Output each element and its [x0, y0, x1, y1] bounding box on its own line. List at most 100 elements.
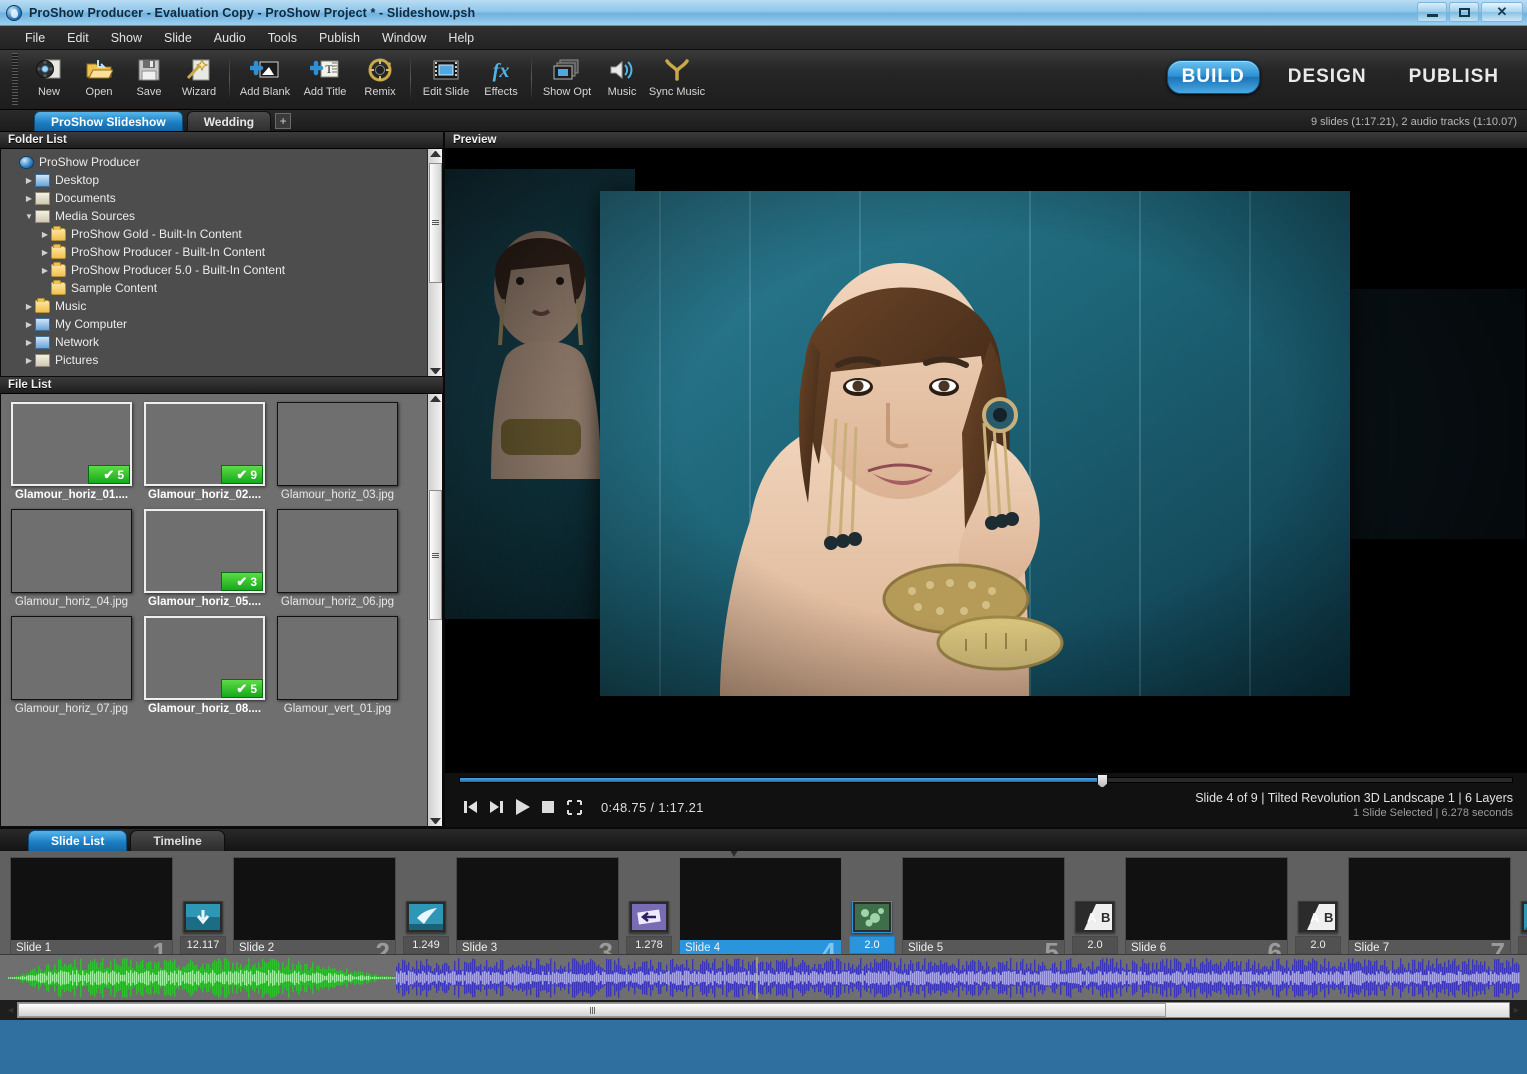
slide-item[interactable]: Slide 6Full Length Portrait 1 Center...6… [1125, 857, 1288, 954]
mode-design-button[interactable]: DESIGN [1274, 61, 1381, 93]
transition-duration[interactable]: 2.0 [849, 936, 895, 954]
menu-file[interactable]: File [14, 28, 56, 48]
slide-thumbnail[interactable] [457, 858, 618, 940]
play-button[interactable] [511, 796, 533, 818]
transition-item[interactable]: 1.249 [396, 857, 456, 954]
menu-show[interactable]: Show [100, 28, 153, 48]
transition-duration[interactable]: 2.0 [1072, 936, 1118, 954]
toolbar-sync-music-button[interactable]: Sync Music [647, 50, 707, 98]
tab-timeline[interactable]: Timeline [130, 830, 225, 851]
toolbar-add-title-button[interactable]: T Add Title [295, 50, 355, 98]
file-thumbnail[interactable] [11, 509, 132, 593]
mode-build-button[interactable]: BUILD [1166, 60, 1260, 94]
folder-tree-item[interactable]: ▶ ProShow Producer 5.0 - Built-In Content [7, 261, 427, 279]
file-list-item[interactable]: Glamour_horiz_04.jpg [11, 509, 132, 608]
slide-item[interactable]: Slide 5Contact Sheet Landscape Li...53.0 [902, 857, 1065, 954]
transition-item[interactable]: A B 2.0 [1065, 857, 1125, 954]
transition-item[interactable]: 2.0 [842, 857, 902, 954]
transition-duration[interactable]: 1.249 [403, 936, 449, 954]
slide-item[interactable]: Slide 3Contact Sheet Portrait Rev...38.2… [456, 857, 619, 954]
folder-tree-item[interactable]: ▶ ProShow Producer - Built-In Content [7, 243, 427, 261]
chevron-right-icon[interactable]: ▶ [23, 176, 35, 185]
horizontal-scroll-thumb[interactable] [18, 1003, 1167, 1017]
file-list-item[interactable]: ✔ 3 Glamour_horiz_05.... [144, 509, 265, 608]
chevron-right-icon[interactable]: ▶ [23, 356, 35, 365]
scroll-right-icon[interactable]: ► [1510, 1005, 1523, 1015]
toolbar-open-button[interactable]: Open [74, 50, 124, 98]
folder-tree-item[interactable]: ProShow Producer [7, 153, 427, 171]
toolbar-remix-button[interactable]: Remix [355, 50, 405, 98]
toolbar-effects-button[interactable]: fx Effects [476, 50, 526, 98]
slide-left-icon[interactable] [629, 901, 669, 933]
preview-seek-handle[interactable] [1096, 774, 1108, 788]
folder-tree-item[interactable]: ▼ Media Sources [7, 207, 427, 225]
menu-slide[interactable]: Slide [153, 28, 203, 48]
chevron-right-icon[interactable]: ▶ [23, 302, 35, 311]
ab-cut-icon[interactable]: AB [1298, 901, 1338, 933]
menu-publish[interactable]: Publish [308, 28, 371, 48]
preview-seek-bar[interactable] [459, 774, 1513, 788]
slide-thumbnail[interactable] [1126, 858, 1287, 940]
chevron-right-icon[interactable]: ▶ [39, 266, 51, 275]
folder-tree-item[interactable]: ▶ ProShow Gold - Built-In Content [7, 225, 427, 243]
minimize-button[interactable] [1417, 2, 1447, 22]
file-thumbnail[interactable] [277, 402, 398, 486]
chevron-down-icon[interactable]: ▼ [23, 212, 35, 221]
file-thumbnail[interactable] [277, 509, 398, 593]
toolbar-save-button[interactable]: Save [124, 50, 174, 98]
chevron-right-icon[interactable]: ▶ [23, 338, 35, 347]
preview-stage[interactable] [445, 149, 1527, 773]
transition-duration[interactable]: 1.278 [626, 936, 672, 954]
add-show-tab-button[interactable]: + [275, 113, 292, 129]
transition-duration[interactable]: 12.117 [180, 936, 226, 954]
chevron-right-icon[interactable]: ▶ [39, 230, 51, 239]
transition-duration[interactable]: 2.0 [1518, 936, 1527, 954]
slide-item[interactable]: Slide 2Backdrop Dark Framed Zoo...26.085 [233, 857, 396, 954]
prev-slide-button[interactable] [459, 796, 481, 818]
slide-thumbnail[interactable] [680, 858, 841, 940]
transition-item[interactable]: 2.0 [1511, 857, 1527, 954]
slide-item[interactable]: Slide 4Tilted Revolution 3D Landsc...43.… [679, 857, 842, 954]
menu-window[interactable]: Window [371, 28, 437, 48]
folder-tree-item[interactable]: ▶ Network [7, 333, 427, 351]
push-right-icon[interactable] [1521, 901, 1527, 933]
show-tab-wedding[interactable]: Wedding [186, 111, 272, 131]
slide-thumbnail[interactable] [903, 858, 1064, 940]
transition-duration[interactable]: 2.0 [1295, 936, 1341, 954]
wipe-down-icon[interactable] [183, 901, 223, 933]
file-thumbnail[interactable]: ✔ 3 [144, 509, 265, 593]
chevron-right-icon[interactable]: ▶ [23, 194, 35, 203]
horizontal-scrollbar[interactable]: ◄ ► [0, 1000, 1527, 1020]
scroll-down-icon[interactable] [429, 818, 441, 824]
file-list-item[interactable]: Glamour_horiz_07.jpg [11, 616, 132, 715]
ab-cut-icon[interactable]: AB [1075, 901, 1115, 933]
toolbar-add-blank-button[interactable]: Add Blank [235, 50, 295, 98]
file-list-item[interactable]: Glamour_horiz_03.jpg [277, 402, 398, 501]
toolbar-new-button[interactable]: New [24, 50, 74, 98]
transition-item[interactable]: 12.117 [173, 857, 233, 954]
folder-tree-item[interactable]: Sample Content [7, 279, 427, 297]
scroll-down-icon[interactable] [429, 368, 441, 374]
chevron-right-icon[interactable]: ▶ [39, 248, 51, 257]
menu-edit[interactable]: Edit [56, 28, 100, 48]
horizontal-scroll-track[interactable] [17, 1002, 1510, 1018]
toolbar-edit-slide-button[interactable]: Edit Slide [416, 50, 476, 98]
file-list-item[interactable]: ✔ 5 Glamour_horiz_08.... [144, 616, 265, 715]
file-list-item[interactable]: ✔ 5 Glamour_horiz_01.... [11, 402, 132, 501]
toolbar-grip[interactable] [12, 53, 18, 105]
slide-thumbnail[interactable] [234, 858, 395, 940]
folder-tree-item[interactable]: ▶ Music [7, 297, 427, 315]
chevron-right-icon[interactable]: ▶ [23, 320, 35, 329]
next-slide-button[interactable] [485, 796, 507, 818]
folder-tree-item[interactable]: ▶ Pictures [7, 351, 427, 369]
fullscreen-button[interactable] [563, 796, 585, 818]
file-list-item[interactable]: Glamour_vert_01.jpg [277, 616, 398, 715]
file-list-item[interactable]: Glamour_horiz_06.jpg [277, 509, 398, 608]
menu-audio[interactable]: Audio [203, 28, 257, 48]
close-button[interactable]: ✕ [1481, 2, 1523, 22]
folder-tree-item[interactable]: ▶ My Computer [7, 315, 427, 333]
dissolve-icon[interactable] [852, 901, 892, 933]
scroll-up-icon[interactable] [429, 151, 441, 157]
slide-thumbnail[interactable] [11, 858, 172, 940]
menu-help[interactable]: Help [437, 28, 485, 48]
